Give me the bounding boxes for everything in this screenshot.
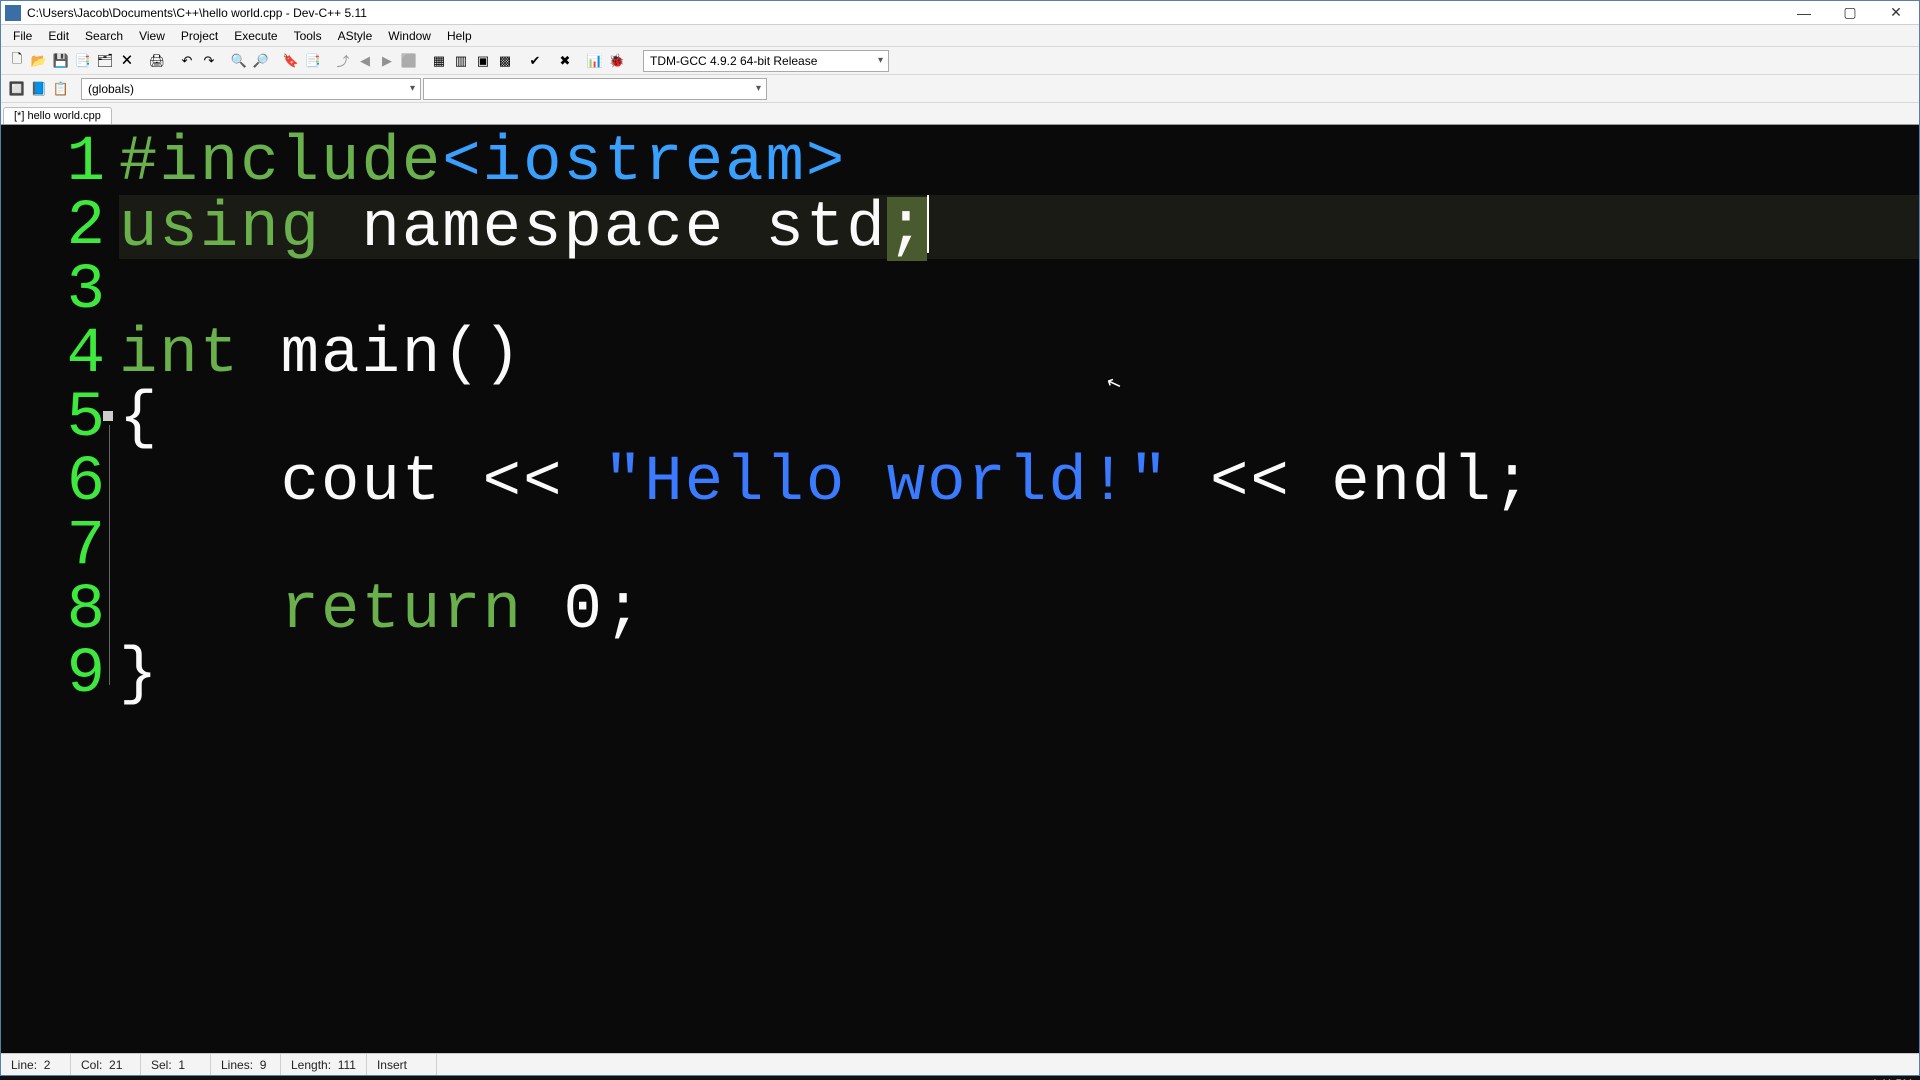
abort-icon[interactable]: ✖: [555, 51, 575, 71]
syntax-check-icon[interactable]: ✔: [525, 51, 545, 71]
goto-bookmark-icon[interactable]: 📑: [303, 51, 323, 71]
code-line: using namespace std;: [119, 195, 1919, 259]
matched-bracket: ;: [887, 197, 927, 261]
menu-window[interactable]: Window: [380, 27, 439, 45]
compiler-select[interactable]: TDM-GCC 4.9.2 64-bit Release: [643, 50, 889, 72]
code-editor[interactable]: 1 2 3 4 5 6 7 8 9 #include<iostream> usi…: [1, 125, 1919, 1053]
code-area[interactable]: #include<iostream> using namespace std; …: [119, 125, 1919, 1053]
undo-icon[interactable]: ↶: [177, 51, 197, 71]
replace-icon[interactable]: 🔎: [251, 51, 271, 71]
rebuild-icon[interactable]: ▩: [495, 51, 515, 71]
print-icon[interactable]: 🖨: [147, 51, 167, 71]
function-combo[interactable]: [423, 78, 767, 100]
nav-forward-icon[interactable]: ▶: [377, 51, 397, 71]
line-number: 1: [1, 131, 107, 195]
status-sel: Sel: 1: [141, 1054, 211, 1075]
menu-astyle[interactable]: AStyle: [330, 27, 381, 45]
status-lines: Lines: 9: [211, 1054, 281, 1075]
bracket-guide: [109, 425, 110, 685]
menu-help[interactable]: Help: [439, 27, 480, 45]
line-gutter: 1 2 3 4 5 6 7 8 9: [1, 125, 119, 1053]
line-number: 5: [1, 387, 107, 451]
fold-marker-icon[interactable]: [103, 411, 113, 421]
nav-back-icon[interactable]: ◀: [355, 51, 375, 71]
code-line: cout << "Hello world!" << endl;: [119, 451, 1919, 515]
code-line: }: [119, 643, 1919, 707]
save-project-icon[interactable]: 🗂: [95, 51, 115, 71]
menu-project[interactable]: Project: [173, 27, 226, 45]
app-window: C:\Users\Jacob\Documents\C++\hello world…: [0, 0, 1920, 1076]
code-line: [119, 515, 1919, 579]
class-browser-icon[interactable]: 🔲: [7, 79, 27, 99]
toolbar-main: 🗋 📂 💾 📑 🗂 🗙 🖨 ↶ ↷ 🔍 🔎 🔖 📑 ⤴ ◀ ▶ ⬛ ▦ ▥ ▣ …: [1, 47, 1919, 75]
redo-icon[interactable]: ↷: [199, 51, 219, 71]
line-number: 4: [1, 323, 107, 387]
line-number: 2: [1, 195, 107, 259]
menu-file[interactable]: File: [5, 27, 40, 45]
task-view-icon[interactable]: [30, 1076, 60, 1080]
debug-panel-icon[interactable]: 📋: [51, 79, 71, 99]
text-caret: [927, 195, 929, 253]
taskbar-app-icon[interactable]: [210, 1076, 240, 1080]
taskbar-app-icon[interactable]: [180, 1076, 210, 1080]
app-icon: [5, 5, 21, 21]
profile-icon[interactable]: 📊: [585, 51, 605, 71]
toolbar-secondary: 🔲 📘 📋 (globals): [1, 75, 1919, 103]
save-icon[interactable]: 💾: [51, 51, 71, 71]
line-number: 9: [1, 643, 107, 707]
chrome-icon[interactable]: [60, 1076, 90, 1080]
file-explorer-icon[interactable]: [90, 1076, 120, 1080]
close-button[interactable]: ✕: [1873, 2, 1919, 24]
taskbar-app-icon[interactable]: [300, 1076, 330, 1080]
status-length: Length: 111: [281, 1054, 367, 1075]
project-panel-icon[interactable]: 📘: [29, 79, 49, 99]
editor-tab[interactable]: [*] hello world.cpp: [3, 107, 112, 124]
menu-edit[interactable]: Edit: [40, 27, 77, 45]
tabstrip: [*] hello world.cpp: [1, 103, 1919, 125]
toggle-bookmark-icon[interactable]: 🔖: [281, 51, 301, 71]
statusbar: Line: 2 Col: 21 Sel: 1 Lines: 9 Length: …: [1, 1053, 1919, 1075]
compile-run-icon[interactable]: ▣: [473, 51, 493, 71]
maximize-button[interactable]: ▢: [1827, 2, 1873, 24]
devcpp-taskbar-icon[interactable]: [240, 1076, 270, 1080]
line-number: 7: [1, 515, 107, 579]
menu-search[interactable]: Search: [77, 27, 131, 45]
titlebar: C:\Users\Jacob\Documents\C++\hello world…: [1, 1, 1919, 25]
code-line: #include<iostream>: [119, 131, 1919, 195]
menu-execute[interactable]: Execute: [226, 27, 285, 45]
status-line: Line: 2: [1, 1054, 71, 1075]
status-col: Col: 21: [71, 1054, 141, 1075]
menu-view[interactable]: View: [131, 27, 173, 45]
scope-combo[interactable]: (globals): [81, 78, 421, 100]
goto-line-icon[interactable]: ⤴: [333, 51, 353, 71]
minimize-button[interactable]: —: [1781, 2, 1827, 24]
status-mode: Insert: [367, 1054, 437, 1075]
stop-debug-icon[interactable]: ⬛: [399, 51, 419, 71]
line-number: 8: [1, 579, 107, 643]
code-line: {: [119, 387, 1919, 451]
steam-icon[interactable]: [120, 1076, 150, 1080]
line-number: 6: [1, 451, 107, 515]
taskbar-app-icon[interactable]: [150, 1076, 180, 1080]
run-icon[interactable]: ▥: [451, 51, 471, 71]
window-title: C:\Users\Jacob\Documents\C++\hello world…: [27, 6, 1781, 20]
start-button[interactable]: [0, 1076, 30, 1080]
line-number: 3: [1, 259, 107, 323]
new-file-icon[interactable]: 🗋: [7, 51, 27, 71]
windows-taskbar: Pr ^ ☁ ◆ 🖧 📶 🔊 💬 1:11 PM 2/4/2016: [0, 1076, 1920, 1080]
open-icon[interactable]: 📂: [29, 51, 49, 71]
debug-icon[interactable]: 🐞: [607, 51, 627, 71]
save-all-icon[interactable]: 📑: [73, 51, 93, 71]
code-line: return 0;: [119, 579, 1919, 643]
menubar: File Edit Search View Project Execute To…: [1, 25, 1919, 47]
close-all-icon[interactable]: 🗙: [117, 51, 137, 71]
menu-tools[interactable]: Tools: [286, 27, 330, 45]
find-icon[interactable]: 🔍: [229, 51, 249, 71]
code-line: [119, 259, 1919, 323]
code-line: int main(): [119, 323, 1919, 387]
compile-icon[interactable]: ▦: [429, 51, 449, 71]
premiere-icon[interactable]: Pr: [270, 1076, 300, 1080]
